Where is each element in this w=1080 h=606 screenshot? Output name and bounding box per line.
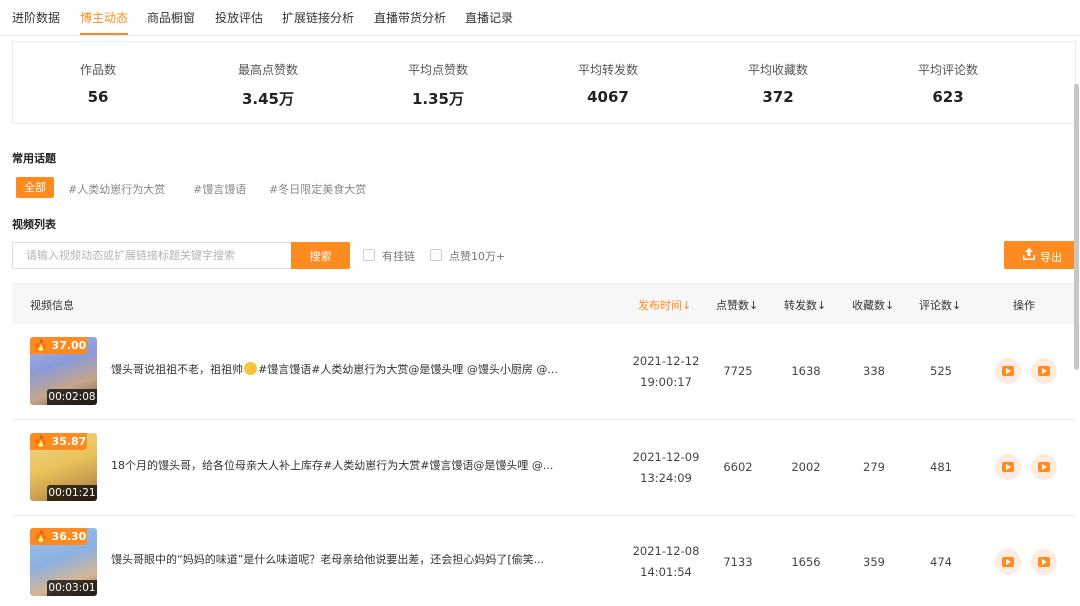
comments-count: 481 [930, 460, 952, 474]
comments-count: 474 [930, 555, 952, 569]
heat-value: 37.00 [51, 339, 87, 352]
likes-count: 7725 [723, 364, 753, 378]
header-shares[interactable]: 转发数↓ [784, 297, 826, 313]
play-action-icon[interactable] [1031, 358, 1057, 384]
duration-badge: 00:01:21 [47, 485, 97, 501]
title-text: 馒头哥说祖祖不老，祖祖帅 [111, 363, 243, 376]
duration-badge: 00:03:01 [47, 580, 97, 596]
stat-value: 1.35万 [411, 90, 464, 108]
search-button[interactable]: 搜索 [291, 242, 350, 269]
stat-label: 最高点赞数 [237, 63, 298, 77]
tab-extended-link-analysis[interactable]: 扩展链接分析 [282, 9, 354, 26]
stat-value: 56 [87, 88, 109, 106]
play-action-icon[interactable] [1031, 549, 1057, 575]
header-likes[interactable]: 点赞数↓ [716, 297, 758, 313]
header-video-info: 视频信息 [30, 299, 74, 312]
video-action-icon[interactable] [995, 358, 1021, 384]
table-row[interactable]: 🔥 35.87 00:01:21 18个月的馒头哥，给各位母亲大人补上库存#人类… [12, 420, 1076, 516]
duration-badge: 00:02:08 [47, 389, 97, 405]
stat-label: 平均点赞数 [407, 63, 468, 77]
heat-value: 35.87 [51, 435, 87, 448]
active-tab-indicator [80, 33, 128, 35]
video-title[interactable]: 馒头哥说祖祖不老，祖祖帅 #馒言馒语#人类幼崽行为大赏@是馒头哩 @馒头小厨房 @… [111, 361, 601, 377]
stat-label: 平均转发数 [577, 63, 638, 77]
publish-clock: 13:24:09 [640, 471, 692, 485]
favorites-count: 359 [863, 555, 885, 569]
tab-product-showcase[interactable]: 商品橱窗 [147, 9, 195, 26]
has-link-checkbox[interactable] [363, 249, 375, 261]
emoji-icon [244, 362, 257, 375]
video-title[interactable]: 18个月的馒头哥，给各位母亲大人补上库存#人类幼崽行为大赏#馒言馒语@是馒头哩 … [111, 457, 601, 473]
header-favorites[interactable]: 收藏数↓ [852, 297, 894, 313]
publish-clock: 19:00:17 [640, 375, 692, 389]
heat-value: 36.30 [51, 530, 87, 543]
likes-count: 6602 [723, 460, 753, 474]
table-row[interactable]: 🔥 37.00 00:02:08 馒头哥说祖祖不老，祖祖帅 #馒言馒语#人类幼崽行… [12, 324, 1076, 420]
favorites-count: 279 [863, 460, 885, 474]
likes-100k-checkbox[interactable] [430, 249, 442, 261]
tab-advanced-data[interactable]: 进阶数据 [12, 9, 60, 26]
comments-count: 525 [930, 364, 952, 378]
tab-livestream-records[interactable]: 直播记录 [465, 9, 513, 26]
topic-chip[interactable]: #冬日限定美食大赏 [269, 181, 366, 197]
stat-value: 4067 [587, 88, 629, 106]
heat-badge: 🔥 37.00 [30, 337, 87, 354]
upload-icon [1023, 248, 1035, 260]
topic-all-chip[interactable]: 全部 [16, 177, 54, 198]
export-button[interactable]: 导出 [1004, 241, 1077, 269]
publish-time: 2021-12-08 14:01:54 [626, 541, 706, 583]
video-title[interactable]: 馒头哥眼中的“妈妈的味道”是什么味道呢？老母亲给他说要出差，还会担心妈妈了[偷笑… [111, 551, 601, 567]
favorites-count: 338 [863, 364, 885, 378]
likes-100k-label[interactable]: 点赞10万+ [449, 248, 505, 264]
heat-badge: 🔥 36.30 [30, 528, 87, 545]
video-thumbnail[interactable]: 🔥 36.30 00:03:01 [30, 528, 97, 596]
shares-count: 1638 [791, 364, 821, 378]
title-text: #馒言馒语#人类幼崽行为大赏@是馒头哩 @馒头小厨房 @... [258, 363, 558, 376]
shares-count: 2002 [791, 460, 821, 474]
topic-chip[interactable]: #馒言馒语 [193, 181, 246, 197]
table-header: 视频信息 发布时间↓ 点赞数↓ 转发数↓ 收藏数↓ 评论数↓ 操作 [12, 283, 1076, 324]
top-tab-bar: 进阶数据 博主动态 商品橱窗 投放评估 扩展链接分析 直播带货分析 直播记录 [0, 0, 1080, 36]
video-list-title: 视频列表 [12, 218, 56, 231]
table-row[interactable]: 🔥 36.30 00:03:01 馒头哥眼中的“妈妈的味道”是什么味道呢？老母亲… [12, 516, 1076, 606]
export-label: 导出 [1040, 251, 1062, 264]
header-comments[interactable]: 评论数↓ [919, 297, 961, 313]
video-action-icon[interactable] [995, 549, 1021, 575]
tab-placement-evaluation[interactable]: 投放评估 [215, 9, 263, 26]
stat-label: 平均评论数 [917, 63, 978, 77]
has-link-label[interactable]: 有挂链 [382, 248, 415, 264]
topics-title: 常用话题 [12, 152, 56, 165]
publish-time: 2021-12-09 13:24:09 [626, 447, 706, 489]
play-action-icon[interactable] [1031, 454, 1057, 480]
heat-badge: 🔥 35.87 [30, 433, 87, 450]
shares-count: 1656 [791, 555, 821, 569]
header-actions: 操作 [1013, 299, 1035, 312]
topic-chip[interactable]: #人类幼崽行为大赏 [68, 181, 165, 197]
video-thumbnail[interactable]: 🔥 37.00 00:02:08 [30, 337, 97, 405]
publish-clock: 14:01:54 [640, 565, 692, 579]
publish-date: 2021-12-12 [632, 354, 700, 368]
stats-summary-card: 作品数 56 最高点赞数 3.45万 平均点赞数 1.35万 平均转发数 406… [12, 41, 1076, 124]
publish-date: 2021-12-08 [632, 544, 700, 558]
search-input[interactable] [12, 242, 291, 269]
stat-label: 作品数 [79, 63, 116, 77]
video-thumbnail[interactable]: 🔥 35.87 00:01:21 [30, 433, 97, 501]
flame-icon: 🔥 [34, 435, 48, 448]
likes-count: 7133 [723, 555, 753, 569]
publish-time: 2021-12-12 19:00:17 [626, 351, 706, 393]
publish-date: 2021-12-09 [632, 450, 700, 464]
flame-icon: 🔥 [34, 339, 48, 352]
header-publish-time[interactable]: 发布时间↓ [638, 297, 691, 313]
stat-label: 平均收藏数 [747, 63, 808, 77]
title-text: 18个月的馒头哥，给各位母亲大人补上库存#人类幼崽行为大赏#馒言馒语@是馒头哩 … [111, 459, 554, 472]
title-text: 馒头哥眼中的“妈妈的味道”是什么味道呢？老母亲给他说要出差，还会担心妈妈了[偷笑… [111, 553, 545, 566]
stat-value: 372 [762, 88, 794, 106]
tab-livestream-sales-analysis[interactable]: 直播带货分析 [374, 9, 446, 26]
stat-value: 3.45万 [241, 90, 294, 108]
scrollbar[interactable] [1074, 84, 1079, 370]
flame-icon: 🔥 [34, 530, 48, 543]
tab-blogger-activity[interactable]: 博主动态 [80, 9, 128, 26]
stat-value: 623 [932, 88, 964, 106]
video-action-icon[interactable] [995, 454, 1021, 480]
